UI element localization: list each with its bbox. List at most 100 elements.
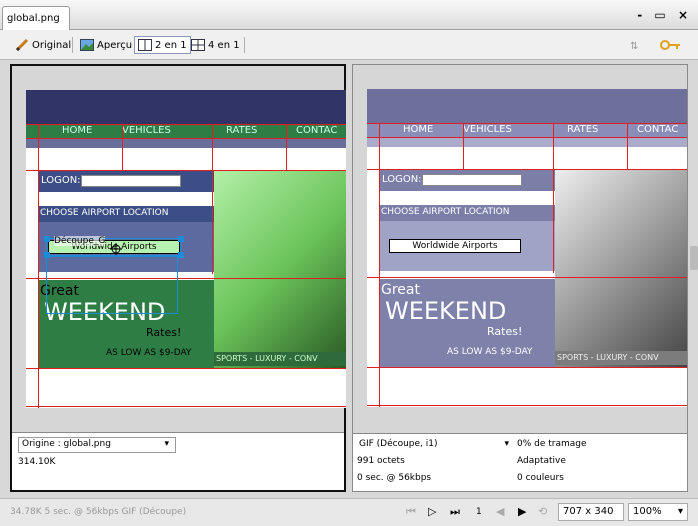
choose-location-panel: CHOOSE AIRPORT LOCATION (379, 205, 555, 221)
nav-contact: CONTAC (296, 125, 338, 136)
slice-guide (38, 124, 39, 408)
slice-guide (627, 123, 628, 169)
two-up-view-label: 2 en 1 (155, 39, 187, 51)
nav-rates: RATES (567, 124, 599, 135)
slice-guide (26, 170, 346, 171)
left-info-bar: Origine : global.png ▾ 314.10K (12, 432, 344, 490)
site-nav: HOME VEHICLES RATES CONTAC (367, 123, 687, 137)
guide-box (46, 256, 178, 314)
car-photo (214, 170, 346, 368)
color-count: 0 couleurs (517, 473, 564, 483)
logon-input (81, 175, 181, 187)
next-frame-icon[interactable]: ▶ (518, 505, 526, 518)
nav-home: HOME (403, 124, 434, 135)
car-photo (555, 169, 687, 367)
nav-vehicles: VEHICLES (463, 124, 512, 135)
chevron-down-icon: ▾ (164, 439, 169, 449)
original-view-button[interactable]: Original (12, 36, 74, 54)
palette-type: Adaptative (517, 456, 566, 466)
slice-guide (212, 124, 213, 274)
slice-guide (367, 123, 687, 124)
panel-collapse-handle[interactable] (690, 246, 698, 270)
choose-location-label: CHOOSE AIRPORT LOCATION (381, 207, 510, 217)
toolbar-divider (244, 37, 245, 53)
chevron-down-icon: ▾ (677, 506, 683, 517)
key-icon[interactable] (660, 38, 684, 55)
nav-contact: CONTAC (637, 124, 679, 135)
preview-view-label: Aperçu (97, 39, 133, 51)
four-up-icon (191, 39, 205, 51)
play-icon[interactable]: ▷ (428, 505, 436, 518)
sort-icon[interactable]: ⇅ (630, 38, 648, 55)
nav-rates: RATES (226, 125, 258, 136)
slice-guide (26, 406, 346, 407)
loop-icon[interactable]: ⟲ (538, 505, 547, 518)
site-header (367, 89, 687, 123)
left-canvas[interactable]: HOME VEHICLES RATES CONTAC LOGON: CHOOSE… (26, 90, 346, 408)
promo-rates: Rates! (487, 325, 523, 338)
sports-banner: SPORTS - LUXURY - CONV (214, 352, 346, 366)
logon-label: LOGON: (41, 175, 81, 186)
zoom-dropdown[interactable]: 100% ▾ (628, 503, 688, 521)
window-controls[interactable]: - ▭ × (637, 8, 692, 22)
zoom-value: 100% (633, 506, 662, 517)
dither-value: 0% de tramage (517, 439, 587, 449)
document-tab-label: global.png (7, 13, 60, 24)
previous-frame-icon[interactable]: ◀ (496, 505, 504, 518)
toolbar: Original Aperçu 2 en 1 4 en 1 ⇅ (0, 30, 698, 60)
slice-handle[interactable] (44, 236, 50, 242)
last-frame-icon[interactable]: ⏭ (450, 505, 460, 519)
promo-rates: Rates! (146, 326, 182, 339)
slice-guide (26, 368, 346, 369)
right-preview-pane[interactable]: HOME VEHICLES RATES CONTAC LOGON: CHOOSE… (352, 64, 688, 492)
nav-vehicles: VEHICLES (122, 125, 171, 136)
image-dimensions: 707 x 340 (558, 503, 624, 521)
promo-weekend: WEEKEND (385, 297, 507, 325)
right-info-bar: GIF (Découpe, i1) ▾ 0% de tramage 991 oc… (353, 433, 687, 491)
left-preview-pane[interactable]: HOME VEHICLES RATES CONTAC LOGON: CHOOSE… (10, 64, 346, 492)
logon-input (422, 174, 522, 186)
preview-view-button[interactable]: Aperçu (77, 36, 135, 54)
promo-great: Great (381, 282, 420, 298)
site-band (26, 138, 346, 148)
format-dropdown-label: GIF (Découpe, i1) (359, 439, 438, 449)
slice-name-label: Découpe_G (54, 236, 106, 246)
first-frame-icon[interactable]: ⏮ (406, 505, 416, 519)
site-nav: HOME VEHICLES RATES CONTAC (26, 124, 346, 138)
choose-location-panel: CHOOSE AIRPORT LOCATION (38, 206, 214, 222)
right-canvas[interactable]: HOME VEHICLES RATES CONTAC LOGON: CHOOSE… (367, 89, 687, 407)
promo-aslow: AS LOW AS $9-DAY (106, 348, 192, 358)
slice-guide (367, 367, 687, 368)
four-up-view-label: 4 en 1 (208, 39, 240, 51)
slice-guide (26, 124, 346, 125)
airports-button: Worldwide Airports (389, 239, 521, 253)
svg-text:⇅: ⇅ (630, 41, 638, 52)
format-dropdown[interactable]: GIF (Découpe, i1) ▾ (357, 438, 513, 454)
original-view-label: Original (32, 39, 72, 51)
slice-guide (26, 138, 346, 139)
two-up-view-button[interactable]: 2 en 1 (134, 36, 191, 54)
slice-guide (286, 124, 287, 170)
download-time: 0 sec. @ 56kbps (357, 473, 432, 483)
nav-home: HOME (62, 125, 93, 136)
site-header (26, 90, 346, 124)
slice-guide (122, 124, 123, 170)
chevron-down-icon: ▾ (504, 439, 509, 449)
choose-location-label: CHOOSE AIRPORT LOCATION (40, 208, 169, 218)
slice-handle[interactable] (178, 236, 184, 242)
slice-guide (379, 123, 380, 407)
document-tab[interactable]: global.png (2, 6, 70, 30)
slice-guide (367, 405, 687, 406)
status-bar: 34.78K 5 sec. @ 56kbps GIF (Découpe) ⏮ ▷… (0, 498, 698, 526)
logon-label: LOGON: (382, 174, 422, 185)
sports-banner: SPORTS - LUXURY - CONV (555, 351, 687, 365)
toolbar-divider (72, 37, 73, 53)
origin-dropdown[interactable]: Origine : global.png ▾ (18, 437, 176, 453)
origin-dropdown-label: Origine : global.png (22, 439, 111, 449)
site-band (367, 137, 687, 147)
slice-handle[interactable] (178, 252, 184, 258)
four-up-view-button[interactable]: 4 en 1 (188, 36, 243, 54)
two-up-icon (138, 39, 152, 51)
slice-guide (367, 137, 687, 138)
slice-guide (367, 169, 687, 170)
